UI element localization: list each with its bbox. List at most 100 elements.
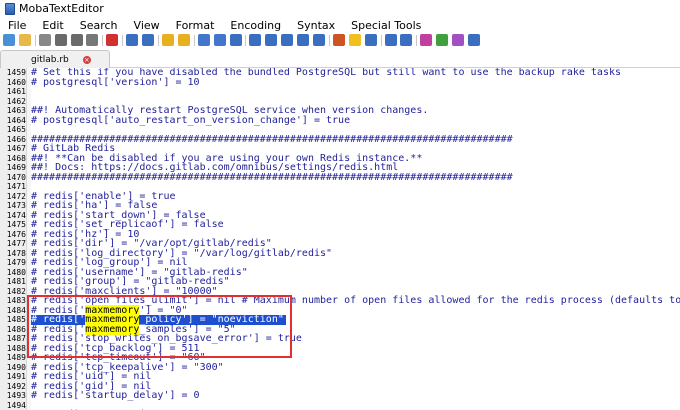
toolbar-separator (122, 34, 124, 46)
line-number: 1474 (6, 210, 26, 220)
line-code: # postgresql['version'] = 10 (31, 76, 200, 88)
find-icon[interactable] (249, 34, 262, 46)
line-number: 1492 (6, 381, 26, 391)
toolbar-separator (193, 34, 195, 46)
close-x-icon[interactable] (468, 34, 481, 46)
line-number: 1459 (6, 68, 26, 77)
menu-bar: File Edit Search View Format Encoding Syntax Sp… (0, 17, 680, 33)
toolbar-separator (245, 34, 247, 46)
line-code: # redis['startup_delay'] = 0 (31, 390, 200, 401)
line-number: 1473 (6, 201, 26, 210)
undo-icon[interactable] (384, 34, 397, 46)
line-number: 1490 (6, 362, 26, 372)
line-number: 1461 (6, 87, 26, 96)
line-number: 1471 (6, 182, 26, 191)
bookmark-icon[interactable] (281, 34, 294, 46)
toolbar (0, 33, 680, 47)
menu-format[interactable]: Format (168, 19, 223, 32)
paste-icon[interactable] (229, 34, 242, 46)
print-icon[interactable] (86, 34, 99, 46)
save-all-icon[interactable] (70, 34, 83, 46)
line-number: 1464 (6, 115, 26, 125)
code-line[interactable]: 1461 (0, 87, 680, 97)
bookmark-list-icon[interactable] (313, 34, 326, 46)
line-number: 1494 (6, 400, 26, 410)
line-number: 1468 (6, 153, 26, 163)
cut-icon[interactable] (197, 34, 210, 46)
menu-search[interactable]: Search (72, 19, 126, 32)
outdent-icon[interactable] (142, 34, 155, 46)
line-number: 1484 (6, 305, 26, 315)
line-number: 1491 (6, 372, 26, 381)
window-title: MobaTextEditor (19, 2, 104, 15)
open-folder-icon[interactable] (18, 34, 31, 46)
toolbar-separator (416, 34, 418, 46)
tab-label: gitlab.rb (31, 54, 69, 65)
line-number: 1460 (6, 77, 26, 87)
menu-edit[interactable]: Edit (34, 19, 71, 32)
star-outline-icon[interactable] (177, 34, 190, 46)
toolbar-separator (34, 34, 36, 46)
line-number: 1488 (6, 343, 26, 353)
code-line[interactable]: 1470 ####################################… (0, 171, 680, 183)
line-number: 1469 (6, 163, 26, 172)
pen-icon[interactable] (436, 34, 449, 46)
line-number: 1470 (6, 172, 26, 182)
line-number: 1477 (6, 239, 26, 248)
line-number: 1462 (6, 96, 26, 106)
code-line[interactable]: 1460 # postgresql['version'] = 10 (0, 76, 680, 88)
menu-syntax[interactable]: Syntax (289, 19, 343, 32)
line-number: 1489 (6, 353, 26, 362)
line-number: 1465 (6, 125, 26, 134)
recent-icon[interactable] (38, 34, 51, 46)
new-file-icon[interactable] (3, 34, 15, 46)
code-lines: 1459 # Set this if you have disabled the … (0, 68, 680, 410)
line-number: 1476 (6, 229, 26, 239)
toolbar-separator (328, 34, 330, 46)
pilcrow-icon[interactable] (420, 34, 433, 46)
menu-view[interactable]: View (126, 19, 168, 32)
toolbar-separator (102, 34, 104, 46)
line-number: 1479 (6, 258, 26, 267)
tab-bar: gitlab.rb × (0, 48, 680, 68)
line-number: 1467 (6, 144, 26, 153)
line-number: 1483 (6, 296, 26, 305)
palette-icon[interactable] (332, 34, 345, 46)
menu-file[interactable]: File (0, 19, 34, 32)
code-line[interactable]: 1493 # redis['startup_delay'] = 0 (0, 391, 680, 401)
redo-icon[interactable] (400, 34, 413, 46)
line-number: 1478 (6, 248, 26, 258)
star-icon[interactable] (162, 34, 175, 46)
line-number: 1487 (6, 334, 26, 343)
toolbar-separator (158, 34, 160, 46)
line-number: 1466 (6, 134, 26, 144)
copy-icon[interactable] (213, 34, 226, 46)
goto-icon[interactable] (297, 34, 310, 46)
close-red-icon[interactable] (106, 34, 119, 46)
line-number: 1482 (6, 286, 26, 296)
replace-icon[interactable] (265, 34, 278, 46)
line-number: 1485 (6, 315, 26, 324)
settings-icon[interactable] (364, 34, 377, 46)
code-line[interactable]: 1464 # postgresql['auto_restart_on_versio… (0, 114, 680, 126)
code-editor[interactable]: 1459 # Set this if you have disabled the … (0, 68, 680, 410)
line-number: 1463 (6, 106, 26, 115)
tab-close-icon[interactable]: × (82, 55, 91, 64)
title-bar: MobaTextEditor (0, 0, 680, 17)
app-icon (5, 2, 15, 15)
line-number: 1472 (6, 191, 26, 201)
menu-special-tools[interactable]: Special Tools (343, 19, 429, 32)
line-number: 1475 (6, 220, 26, 229)
line-code: # postgresql['auto_restart_on_version_ch… (31, 114, 351, 126)
menu-encoding[interactable]: Encoding (222, 19, 289, 32)
warning-icon[interactable] (348, 34, 361, 46)
line-number: 1481 (6, 277, 26, 286)
line-number: 1493 (6, 391, 26, 400)
tab-gitlab-rb[interactable]: gitlab.rb × (0, 50, 110, 68)
indent-icon[interactable] (126, 34, 139, 46)
color-picker-icon[interactable] (452, 34, 465, 46)
line-code: ########################################… (31, 171, 513, 183)
toolbar-separator (380, 34, 382, 46)
save-icon[interactable] (54, 34, 67, 46)
line-number: 1486 (6, 324, 26, 334)
